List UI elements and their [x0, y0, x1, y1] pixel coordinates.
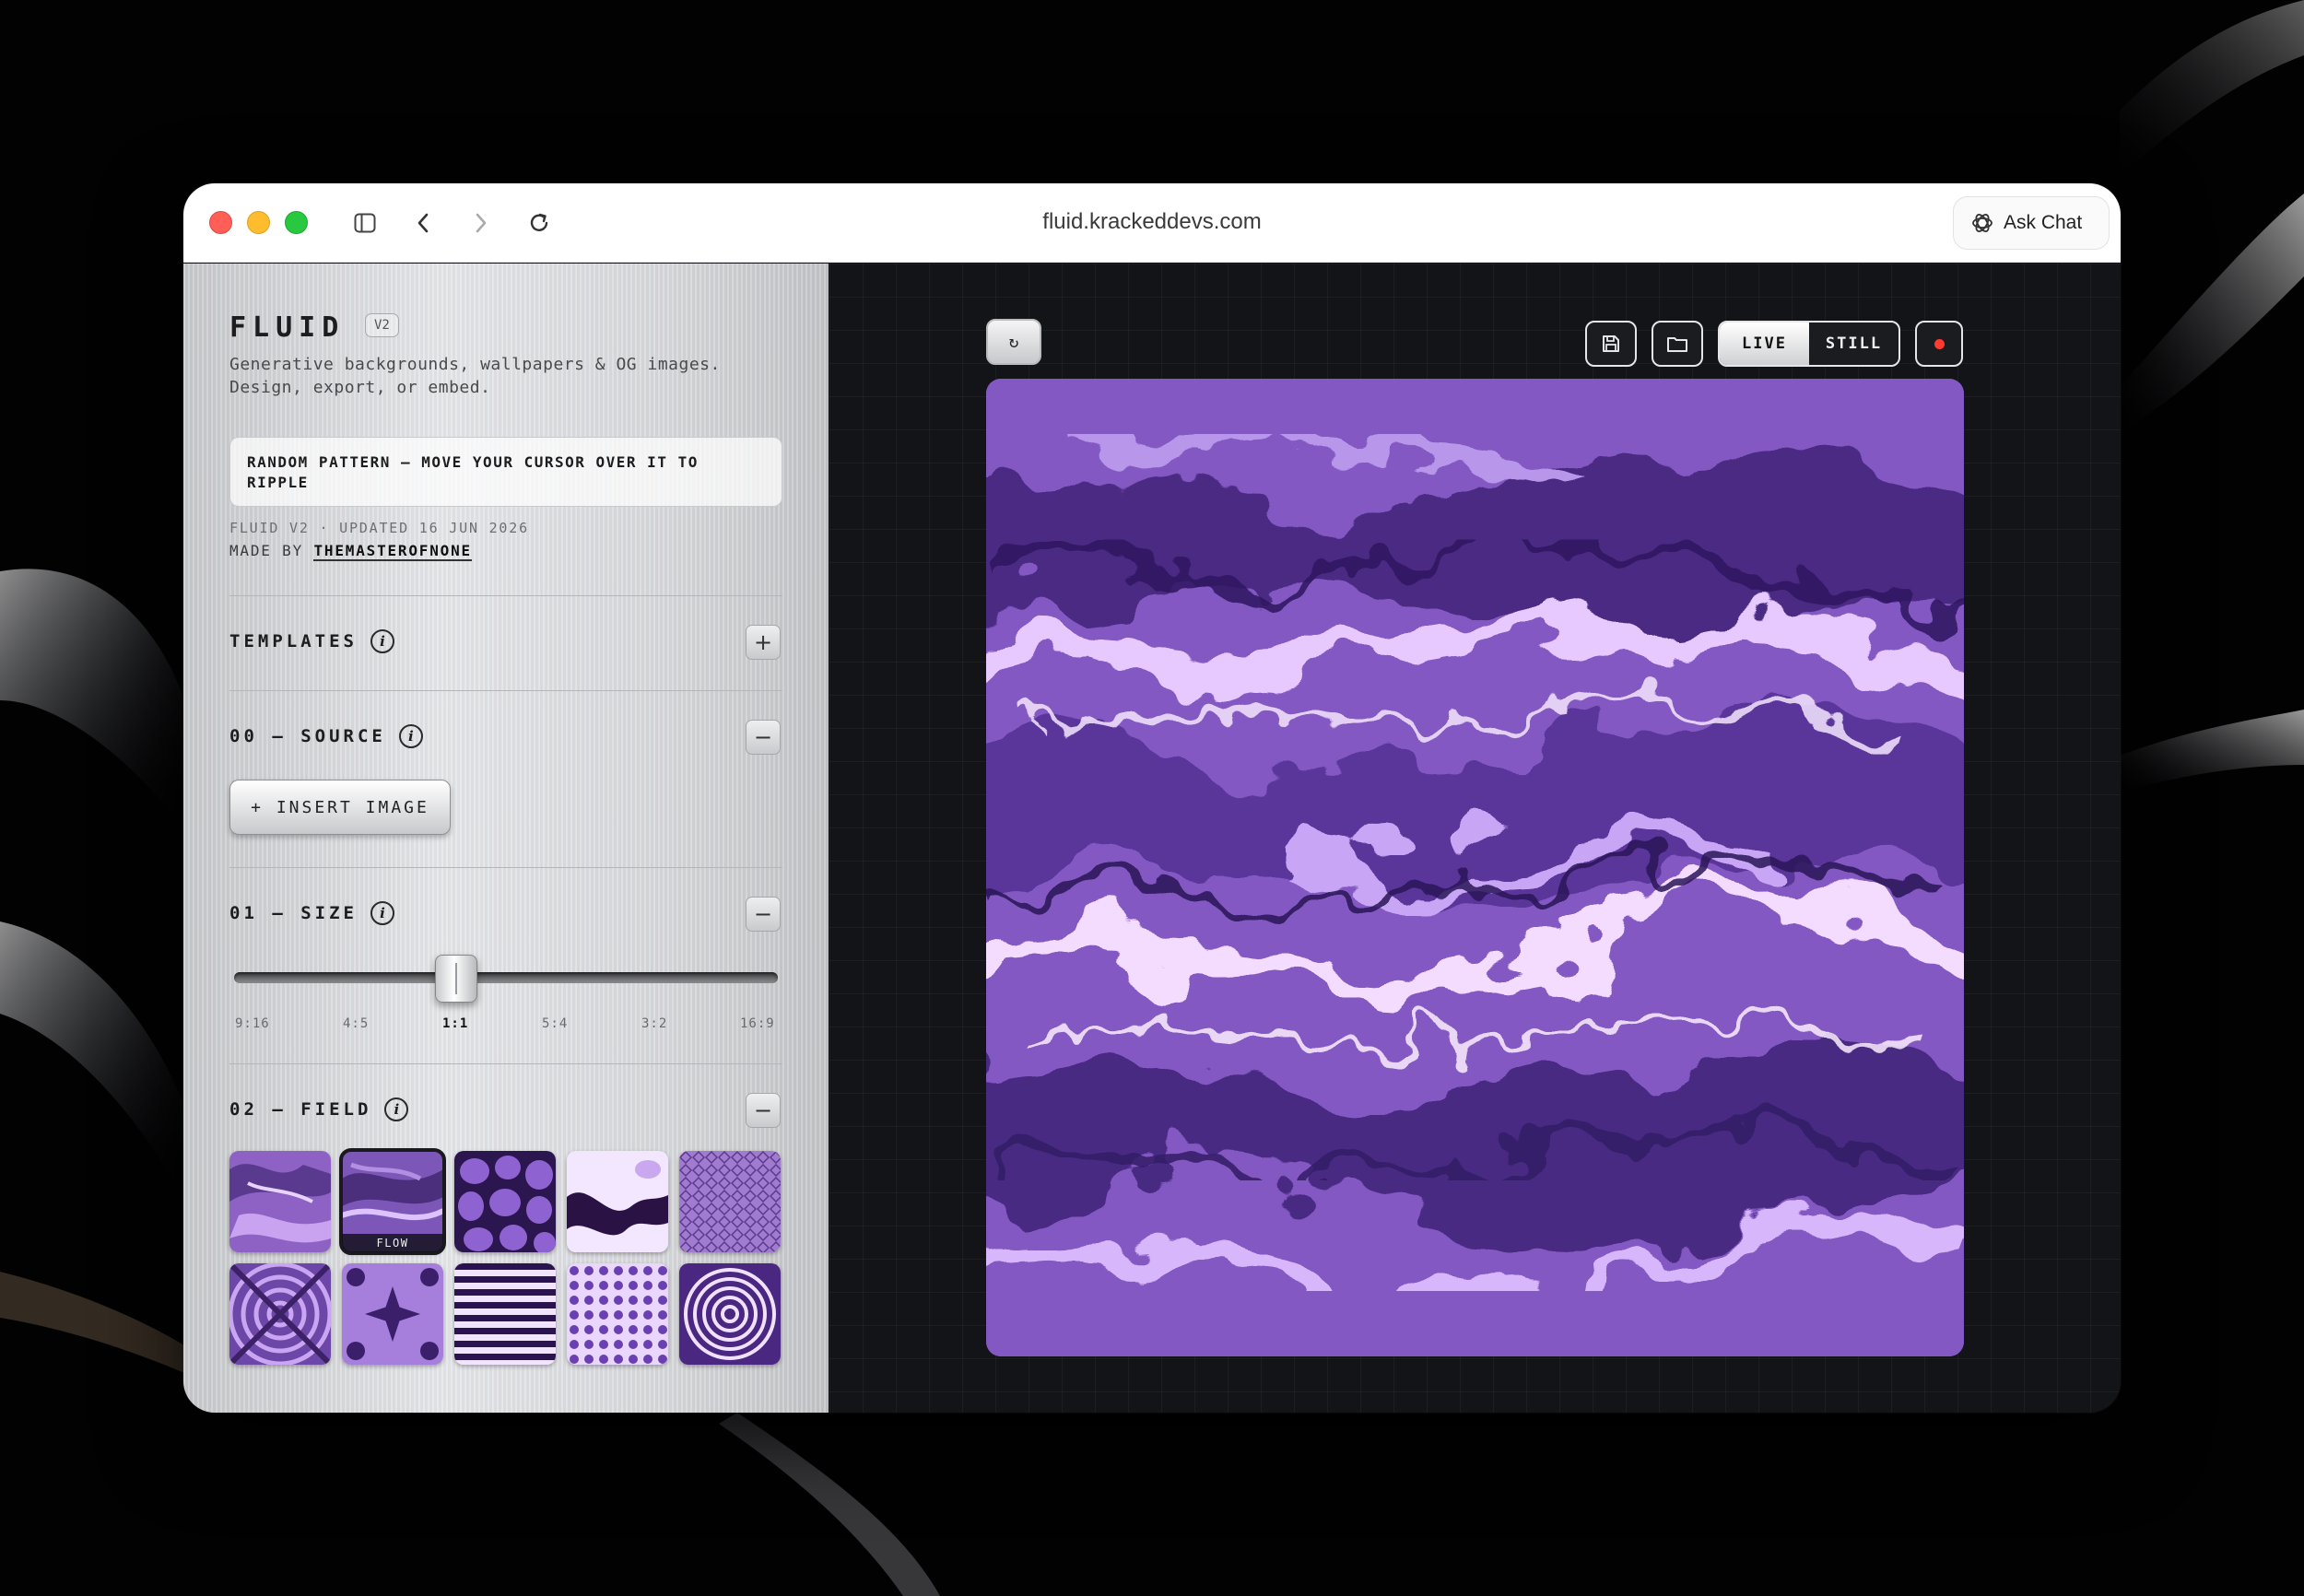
address-bar[interactable]: fluid.krackeddevs.com [183, 209, 2121, 235]
field-thumb-kaleido[interactable] [342, 1263, 443, 1365]
field-thumb-swirl[interactable] [229, 1263, 331, 1365]
divider [229, 690, 782, 691]
field-thumb-dots[interactable] [567, 1263, 668, 1365]
tagline-line-2: Design, export, or embed. [229, 378, 491, 397]
control-panel: FLUID V2 Generative backgrounds, wallpap… [183, 264, 829, 1413]
divider [229, 1063, 782, 1064]
ratio-tick-selected[interactable]: 1:1 [442, 1016, 468, 1031]
source-title: 00 — SOURCE [229, 726, 386, 746]
made-by: MADE BY THEMASTEROFNONE [229, 542, 472, 561]
still-mode-button[interactable]: STILL [1809, 323, 1898, 365]
field-thumb-rings[interactable] [679, 1263, 781, 1365]
ask-chat-label: Ask Chat [2004, 212, 2083, 233]
ratio-tick[interactable]: 16:9 [740, 1016, 775, 1031]
browser-window: fluid.krackeddevs.com Ask Chat FLUID V2 … [183, 183, 2121, 1413]
record-button[interactable] [1915, 321, 1963, 367]
info-icon[interactable]: i [398, 724, 423, 748]
field-collapse-button[interactable]: − [746, 1093, 781, 1128]
field-thumb-diamonds[interactable] [679, 1151, 781, 1252]
tagline: Generative backgrounds, wallpapers & OG … [229, 353, 801, 399]
made-by-prefix: MADE BY [229, 542, 304, 559]
ratio-tick[interactable]: 4:5 [343, 1016, 369, 1031]
info-icon[interactable]: i [370, 901, 394, 925]
field-thumb-stripes[interactable] [454, 1263, 556, 1365]
field-thumb-blob[interactable] [567, 1151, 668, 1252]
source-collapse-button[interactable]: − [746, 720, 781, 755]
randomize-button[interactable]: ↻ [986, 319, 1041, 365]
field-title: 02 — FIELD [229, 1099, 372, 1120]
size-collapse-button[interactable]: − [746, 897, 781, 932]
save-icon [1603, 335, 1619, 352]
browser-titlebar: fluid.krackeddevs.com Ask Chat [183, 183, 2121, 263]
field-thumb-flow[interactable]: FLOW [339, 1148, 446, 1255]
info-icon[interactable]: i [384, 1097, 409, 1121]
divider [229, 867, 782, 868]
author-link[interactable]: THEMASTEROFNONE [313, 542, 472, 561]
aspect-ratio-slider-thumb[interactable] [435, 955, 477, 1003]
record-icon [1934, 338, 1945, 349]
fluid-canvas[interactable] [986, 379, 1964, 1356]
field-section-header[interactable]: 02 — FIELD i [229, 1097, 409, 1121]
chat-ai-icon [1972, 214, 1992, 232]
folder-icon [1667, 337, 1687, 352]
version-meta: FLUID V2 · UPDATED 16 JUN 2026 [229, 520, 529, 536]
pattern-notice: RANDOM PATTERN — MOVE YOUR CURSOR OVER I… [229, 437, 782, 507]
field-thumb-cells[interactable] [454, 1151, 556, 1252]
render-mode-toggle: LIVE STILL [1718, 321, 1900, 367]
fluid-pattern-render [986, 379, 1964, 1356]
aspect-ratio-slider-track[interactable] [234, 972, 778, 983]
ask-chat-button[interactable]: Ask Chat [1953, 196, 2110, 250]
tagline-line-1: Generative backgrounds, wallpapers & OG … [229, 355, 721, 374]
size-title: 01 — SIZE [229, 903, 358, 923]
divider [229, 595, 782, 596]
save-button[interactable] [1585, 321, 1637, 367]
ratio-tick[interactable]: 5:4 [542, 1016, 568, 1031]
field-thumb-marble[interactable] [229, 1151, 331, 1252]
templates-expand-button[interactable]: + [746, 625, 781, 660]
insert-image-button[interactable]: + INSERT IMAGE [229, 780, 451, 835]
ratio-tick[interactable]: 3:2 [641, 1016, 667, 1031]
templates-title: TEMPLATES [229, 631, 358, 651]
info-icon[interactable]: i [370, 629, 394, 653]
open-folder-button[interactable] [1652, 321, 1703, 367]
preview-stage: ↻ LIVE STILL [829, 264, 2121, 1413]
selected-field-caption: FLOW [342, 1234, 443, 1252]
live-mode-button[interactable]: LIVE [1720, 323, 1809, 365]
app-title: FLUID [229, 311, 346, 344]
templates-section-header[interactable]: TEMPLATES i [229, 629, 394, 653]
ratio-tick[interactable]: 9:16 [235, 1016, 270, 1031]
version-badge: V2 [365, 313, 399, 337]
source-section-header[interactable]: 00 — SOURCE i [229, 724, 423, 748]
size-section-header[interactable]: 01 — SIZE i [229, 901, 394, 925]
